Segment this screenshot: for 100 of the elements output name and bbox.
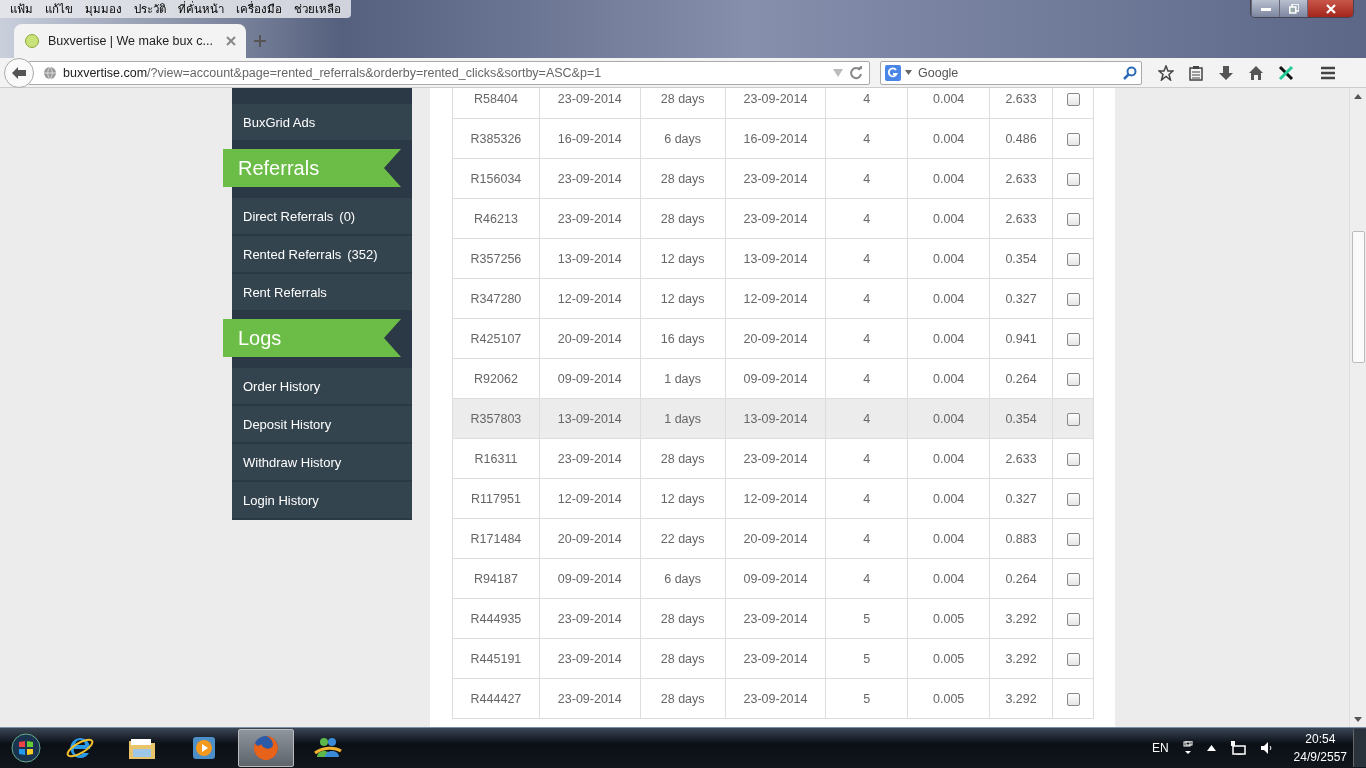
restore-icon <box>1288 3 1299 14</box>
row-checkbox[interactable] <box>1066 532 1080 546</box>
network-icon[interactable] <box>1229 741 1246 756</box>
sidebar-item[interactable]: Deposit History <box>232 406 412 442</box>
search-icon[interactable] <box>1123 65 1137 80</box>
row-checkbox[interactable] <box>1066 292 1080 306</box>
table-cell: 13-09-2014 <box>539 238 641 279</box>
table-cell: R171484 <box>452 518 540 559</box>
table-cell: 23-09-2014 <box>539 678 641 719</box>
table-cell: 0.004 <box>907 478 990 519</box>
item-label: Order History <box>243 378 321 394</box>
row-checkbox[interactable] <box>1066 572 1080 586</box>
taskbar-app[interactable] <box>238 729 294 768</box>
table-cell: 4 <box>825 278 908 319</box>
browser-tab[interactable]: Buxvertise | We make bux c... <box>14 24 246 58</box>
table-cell: 6 days <box>640 118 726 159</box>
sidebar-item[interactable]: Rent Referrals <box>232 274 412 310</box>
download-arrow-icon[interactable] <box>1218 64 1234 81</box>
sidebar-item[interactable]: Login History <box>232 482 412 518</box>
sidebar-item[interactable]: Direct Referrals (0) <box>232 198 412 234</box>
table-cell: 23-09-2014 <box>725 88 826 119</box>
sidebar-item[interactable]: Withdraw History <box>232 444 412 480</box>
row-checkbox[interactable] <box>1066 612 1080 626</box>
tray-expand-icon[interactable] <box>1206 745 1216 752</box>
minimize-button[interactable] <box>1251 0 1279 17</box>
row-checkbox[interactable] <box>1066 692 1080 706</box>
table-cell: R357256 <box>452 238 540 279</box>
menu-item[interactable]: ประวัติ <box>128 0 172 18</box>
scroll-thumb[interactable] <box>1351 231 1365 363</box>
table-cell: 0.327 <box>989 478 1053 519</box>
table-cell: 13-09-2014 <box>725 398 826 439</box>
scroll-up-icon[interactable] <box>1354 93 1362 99</box>
table-cell: 12-09-2014 <box>725 478 826 519</box>
row-checkbox[interactable] <box>1066 172 1080 186</box>
menu-item[interactable]: แก้ไข <box>39 0 79 18</box>
home-icon[interactable] <box>1248 64 1264 81</box>
item-label: Withdraw History <box>243 454 342 470</box>
row-checkbox[interactable] <box>1066 652 1080 666</box>
cross-icon[interactable] <box>1278 64 1294 81</box>
row-checkbox[interactable] <box>1066 372 1080 386</box>
table-cell: 4 <box>825 88 908 119</box>
table-cell: 16-09-2014 <box>539 118 641 159</box>
scroll-down-icon[interactable] <box>1354 717 1362 724</box>
table-cell: R385326 <box>452 118 540 159</box>
table-cell: R92062 <box>452 358 540 399</box>
item-count: (352) <box>347 246 378 262</box>
menu-item[interactable]: มุมมอง <box>79 0 128 18</box>
menu-item[interactable]: ที่คั่นหน้า <box>172 0 230 18</box>
table-cell: R444427 <box>452 678 540 719</box>
maximize-button[interactable] <box>1279 0 1307 17</box>
item-label: Login History <box>243 492 319 508</box>
clock[interactable]: 20:54 24/9/2557 <box>1293 730 1347 767</box>
row-checkbox[interactable] <box>1066 132 1080 146</box>
row-checkbox[interactable] <box>1066 492 1080 506</box>
reload-icon[interactable] <box>849 65 863 80</box>
table-cell: 0.354 <box>989 398 1053 439</box>
google-g-icon <box>885 64 901 81</box>
table-cell: 4 <box>825 318 908 359</box>
keyboard-layout-icon[interactable] <box>1182 741 1193 756</box>
sidebar-item[interactable]: Rented Referrals (352) <box>232 236 412 272</box>
bookmark-star-icon[interactable] <box>1158 64 1174 81</box>
address-bar[interactable]: buxvertise.com/?view=account&page=rented_referrals&orderby=rented_clicks&sortby=ASC&p=1 <box>28 60 870 85</box>
row-checkbox[interactable] <box>1066 252 1080 266</box>
table-cell: 20-09-2014 <box>725 518 826 559</box>
sidebar-item[interactable]: BuxGrid Ads <box>232 104 412 140</box>
row-checkbox[interactable] <box>1066 92 1080 106</box>
table-cell: 12 days <box>640 278 726 319</box>
table-cell: R58404 <box>452 88 540 119</box>
menu-item[interactable]: เครื่องมือ <box>230 0 288 18</box>
globe-icon <box>43 65 57 80</box>
clipboard-list-icon[interactable] <box>1188 64 1204 81</box>
show-desktop-button[interactable] <box>1353 729 1366 768</box>
back-arrow-icon <box>11 65 27 80</box>
speaker-icon[interactable] <box>1259 741 1272 756</box>
sidebar-item[interactable]: Order History <box>232 368 412 404</box>
language-indicator[interactable]: EN <box>1151 741 1169 756</box>
table-cell: 09-09-2014 <box>725 358 826 399</box>
search-bar[interactable]: Google <box>880 60 1142 85</box>
menu-item[interactable]: แฟ้ม <box>4 0 39 18</box>
item-count: (0) <box>339 208 356 224</box>
menu-item[interactable]: ช่วยเหลือ <box>288 0 347 18</box>
table-cell: 0.264 <box>989 358 1053 399</box>
back-button[interactable] <box>4 57 34 88</box>
table-cell: 20-09-2014 <box>725 318 826 359</box>
row-checkbox[interactable] <box>1066 332 1080 346</box>
menu-icon[interactable] <box>1320 64 1336 81</box>
table-cell: R94187 <box>452 558 540 599</box>
close-button[interactable] <box>1307 0 1353 17</box>
table-cell: R117951 <box>452 478 540 519</box>
item-label: Rent Referrals <box>243 284 327 300</box>
close-tab-icon[interactable] <box>226 36 236 46</box>
table-cell: 23-09-2014 <box>725 198 826 239</box>
table-cell: R16311 <box>452 438 540 479</box>
table-cell: R156034 <box>452 158 540 199</box>
row-checkbox[interactable] <box>1066 212 1080 226</box>
table-cell: 12-09-2014 <box>539 278 641 319</box>
row-checkbox[interactable] <box>1066 452 1080 466</box>
scrollbar[interactable] <box>1349 88 1366 728</box>
table-cell: 28 days <box>640 88 726 119</box>
row-checkbox[interactable] <box>1066 412 1080 426</box>
